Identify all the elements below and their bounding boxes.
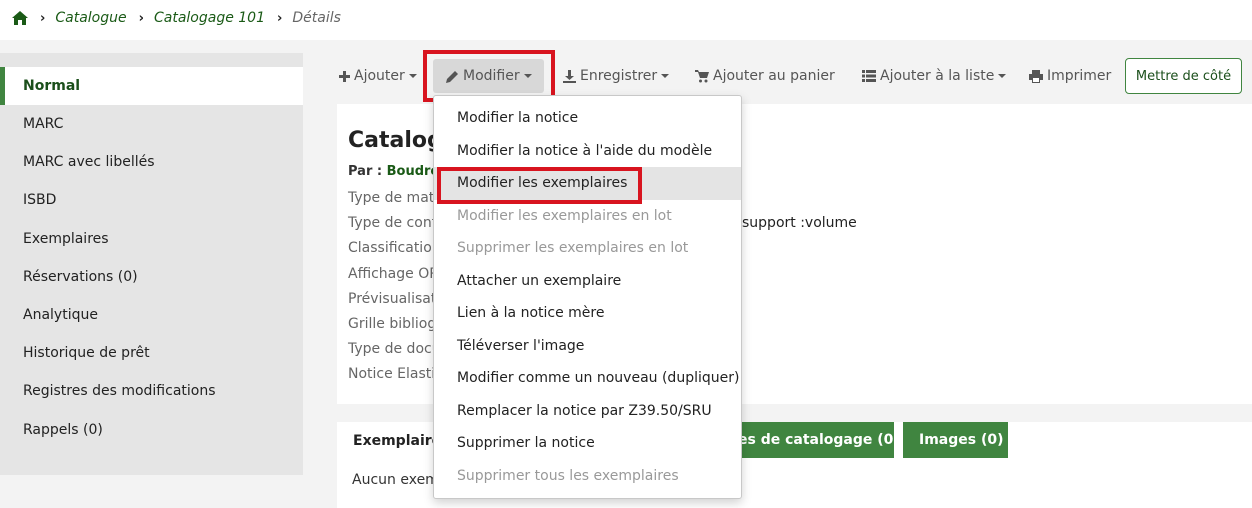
sidebar-item-historique[interactable]: Historique de prêt	[0, 334, 303, 372]
cart-icon	[695, 69, 709, 82]
menu-item-modifier-notice[interactable]: Modifier la notice	[434, 102, 741, 135]
mettre-de-cote-button[interactable]: Mettre de côté	[1125, 58, 1242, 94]
caret-down-icon	[408, 74, 417, 78]
sidebar-item-reservations[interactable]: Réservations (0)	[0, 258, 303, 296]
menu-item-remplacer-z3950[interactable]: Remplacer la notice par Z39.50/SRU	[434, 395, 741, 428]
menu-item-modifier-modele[interactable]: Modifier la notice à l'aide du modèle	[434, 135, 741, 168]
ajouter-liste-button[interactable]: Ajouter à la liste	[862, 58, 1007, 94]
sidebar-item-marc[interactable]: MARC	[0, 105, 303, 143]
home-icon[interactable]	[12, 10, 28, 26]
par-label: Par :	[348, 164, 383, 179]
menu-item-supprimer-notice[interactable]: Supprimer la notice	[434, 427, 741, 460]
caret-down-icon	[998, 74, 1007, 78]
tab-notes-catalogage[interactable]: es de catalogage (0)	[730, 422, 900, 458]
list-icon	[862, 70, 876, 82]
modifier-dropdown-menu: Modifier la notice Modifier la notice à …	[433, 95, 742, 499]
sidebar-item-marc-libelles[interactable]: MARC avec libellés	[0, 143, 303, 181]
detail-label: Affichage OP/	[348, 266, 443, 282]
highlight-modifier-exemplaires	[437, 167, 642, 204]
chevron-right-icon: ›	[138, 10, 144, 26]
record-title: Catalog	[348, 128, 443, 153]
sidebar-item-exemplaires[interactable]: Exemplaires	[0, 220, 303, 258]
menu-item-televerser-image[interactable]: Téléverser l'image	[434, 330, 741, 363]
detail-label: Classification	[348, 240, 441, 256]
chevron-right-icon: ›	[40, 10, 46, 26]
enregistrer-button[interactable]: Enregistrer	[563, 58, 670, 94]
breadcrumb-link-catalogue[interactable]: Catalogue	[55, 10, 126, 26]
menu-item-dupliquer[interactable]: Modifier comme un nouveau (dupliquer)	[434, 362, 741, 395]
tab-images[interactable]: Images (0)	[903, 422, 1008, 458]
menu-item-attacher-exemplaire[interactable]: Attacher un exemplaire	[434, 265, 741, 298]
sidebar-item-normal[interactable]: Normal	[0, 67, 303, 105]
detail-label: Grille bibliogr	[348, 316, 442, 332]
detail-label: Notice Elastic	[348, 366, 443, 382]
menu-item-supprimer-tous-exemplaires: Supprimer tous les exemplaires	[457, 467, 679, 484]
imprimer-button[interactable]: Imprimer	[1029, 58, 1111, 94]
ajouter-label: Ajouter	[354, 68, 405, 84]
sidebar: Normal MARC MARC avec libellés ISBD Exem…	[0, 53, 303, 475]
enregistrer-label: Enregistrer	[580, 68, 658, 84]
menu-item-lien-notice-mere[interactable]: Lien à la notice mère	[434, 297, 741, 330]
sidebar-item-rappels[interactable]: Rappels (0)	[0, 411, 303, 449]
sidebar-item-analytique[interactable]: Analytique	[0, 296, 303, 334]
plus-icon	[339, 70, 350, 82]
tab-exemplaires[interactable]: Exemplaires	[337, 422, 449, 460]
menu-item-supprimer-exemplaires-lot: Supprimer les exemplaires en lot	[457, 240, 689, 256]
chevron-right-icon: ›	[277, 10, 283, 26]
ajouter-liste-label: Ajouter à la liste	[880, 68, 995, 84]
imprimer-label: Imprimer	[1047, 68, 1112, 84]
ajouter-panier-label: Ajouter au panier	[713, 68, 835, 84]
ajouter-panier-button[interactable]: Ajouter au panier	[695, 58, 835, 94]
print-icon	[1029, 69, 1043, 83]
ajouter-button[interactable]: Ajouter	[339, 58, 417, 94]
detail-label: Prévisualisati	[348, 291, 441, 307]
content-type-value: support :volume	[742, 215, 857, 231]
breadcrumb-current: Détails	[292, 10, 341, 26]
menu-item-modifier-exemplaires-lot: Modifier les exemplaires en lot	[457, 207, 672, 224]
detail-label: Type de maté	[348, 190, 443, 206]
breadcrumb-link-catalogage[interactable]: Catalogage 101	[154, 10, 265, 26]
sidebar-item-registres[interactable]: Registres des modifications	[0, 372, 303, 410]
breadcrumb: › Catalogue › Catalogage 101 › Détails	[12, 8, 341, 28]
download-icon	[563, 69, 576, 83]
sidebar-item-isbd[interactable]: ISBD	[0, 181, 303, 219]
caret-down-icon	[661, 74, 670, 78]
detail-label: Type de conte	[348, 215, 446, 231]
detail-label: Type de docu	[348, 341, 441, 357]
